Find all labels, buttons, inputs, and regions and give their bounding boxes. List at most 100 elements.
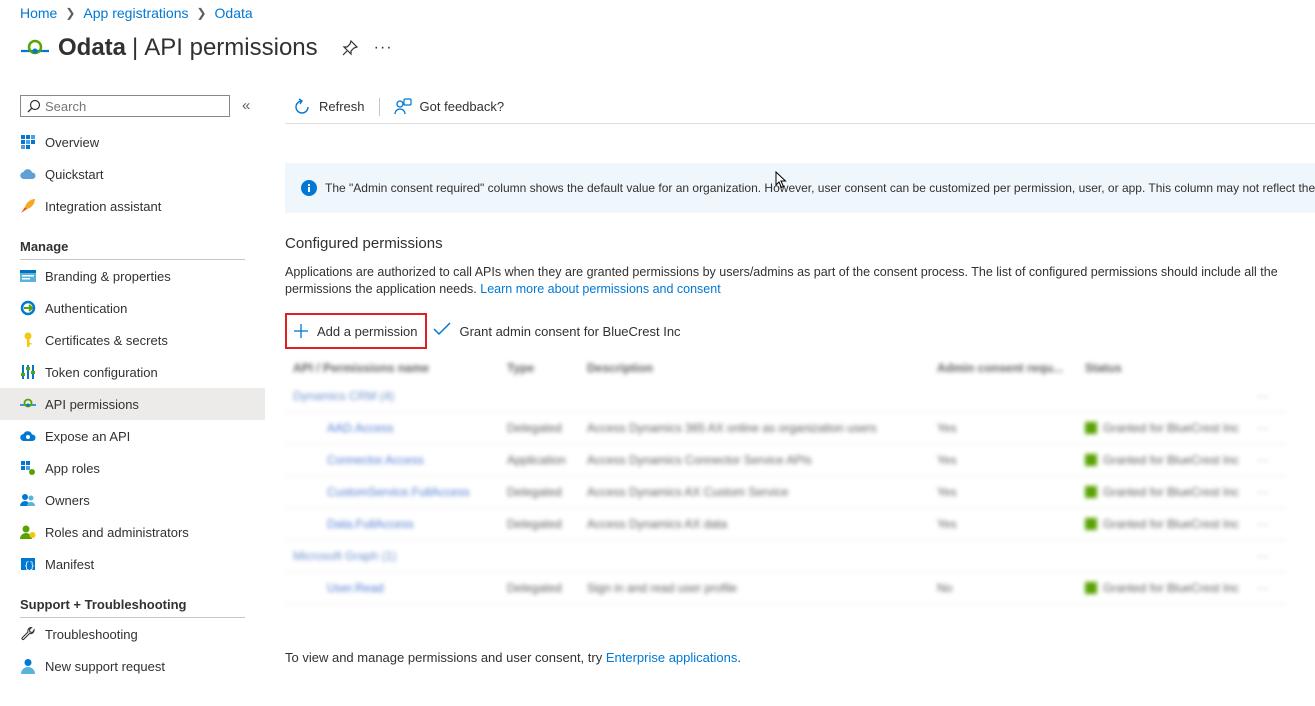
sidebar-item-certificates[interactable]: Certificates & secrets (0, 324, 265, 356)
enterprise-applications-link[interactable]: Enterprise applications (606, 650, 738, 665)
search-input[interactable] (45, 98, 225, 114)
more-options-icon[interactable]: ··· (1257, 389, 1281, 403)
permission-name-link[interactable]: Connector.Access (327, 453, 537, 467)
footer-suffix: . (737, 650, 741, 665)
status-cell: Granted for BlueCrest Inc (1085, 517, 1245, 531)
configured-permissions-description: Applications are authorized to call APIs… (285, 264, 1285, 298)
table-row: User.Read Delegated Sign in and read use… (285, 572, 1287, 604)
more-options-icon[interactable]: ··· (1257, 485, 1281, 499)
grant-admin-consent-button[interactable]: Grant admin consent for BlueCrest Inc (433, 322, 681, 340)
sidebar-item-label: Roles and administrators (45, 524, 189, 540)
status-text: Granted for BlueCrest Inc (1103, 580, 1240, 595)
api-permissions-icon (20, 396, 36, 412)
token-icon (20, 364, 36, 380)
sidebar-item-roles-administrators[interactable]: Roles and administrators (0, 516, 265, 548)
sidebar-item-integration-assistant[interactable]: Integration assistant (0, 190, 265, 222)
permission-type: Delegated (507, 516, 562, 531)
sidebar-item-new-support-request[interactable]: New support request (0, 650, 265, 682)
permission-type: Delegated (507, 484, 562, 499)
info-banner-text: The "Admin consent required" column show… (325, 181, 1315, 195)
admin-consent-value: No (937, 580, 953, 595)
collapse-sidebar-icon[interactable]: « (242, 97, 250, 114)
status-text: Granted for BlueCrest Inc (1103, 484, 1240, 499)
permission-description: Access Dynamics AX Custom Service (587, 484, 789, 499)
owners-icon (20, 492, 36, 508)
feedback-icon (393, 97, 412, 116)
sidebar-item-token-configuration[interactable]: Token configuration (0, 356, 265, 388)
sidebar-search[interactable] (20, 95, 230, 117)
sidebar-item-label: App roles (45, 460, 100, 476)
column-header-status[interactable]: Status (1085, 361, 1245, 375)
refresh-button[interactable]: Refresh (285, 92, 373, 122)
status-text: Granted for BlueCrest Inc (1103, 452, 1240, 467)
footer-text: To view and manage permissions and user … (285, 650, 603, 665)
cloud-icon (20, 166, 36, 182)
branding-icon (20, 268, 36, 284)
more-options-icon[interactable]: ··· (1257, 421, 1281, 435)
group-name[interactable]: Microsoft Graph (1) (293, 549, 503, 563)
sidebar-item-manifest[interactable]: {} Manifest (0, 548, 265, 580)
learn-more-link[interactable]: Learn more about permissions and consent (480, 282, 720, 296)
more-options-icon[interactable]: ··· (1257, 549, 1281, 563)
table-group-row[interactable]: Microsoft Graph (1) ··· (285, 540, 1287, 572)
table-group-row[interactable]: Dynamics CRM (4) ··· (285, 380, 1287, 412)
pin-icon[interactable] (342, 39, 358, 56)
feedback-label: Got feedback? (419, 99, 505, 114)
sidebar-item-owners[interactable]: Owners (0, 484, 265, 516)
mouse-cursor-icon (775, 170, 787, 189)
add-permission-button[interactable]: Add a permission (285, 313, 428, 349)
permission-name-link[interactable]: Data.FullAccess (327, 517, 537, 531)
breadcrumb-app-registrations[interactable]: App registrations (83, 5, 188, 21)
sidebar-item-overview[interactable]: Overview (0, 126, 265, 158)
more-options-icon[interactable]: ··· (1257, 453, 1281, 467)
permission-description: Sign in and read user profile (587, 580, 738, 595)
sidebar-section-manage: Manage (20, 239, 69, 254)
sidebar-item-label: Quickstart (45, 166, 104, 182)
sidebar-item-app-roles[interactable]: App roles (0, 452, 265, 484)
sidebar-item-label: API permissions (45, 396, 139, 412)
sidebar-item-expose-api[interactable]: Expose an API (0, 420, 265, 452)
permission-name-link[interactable]: CustomService.FullAccess (327, 485, 537, 499)
support-person-icon (20, 658, 36, 674)
sidebar-item-label: Authentication (45, 300, 128, 316)
breadcrumb-odata[interactable]: Odata (215, 5, 253, 21)
sidebar-item-branding[interactable]: Branding & properties (0, 260, 265, 292)
breadcrumb: Home ❯ App registrations ❯ Odata (20, 5, 253, 21)
manifest-icon: {} (20, 556, 36, 572)
sidebar-item-label: New support request (45, 658, 165, 674)
sidebar-item-authentication[interactable]: Authentication (0, 292, 265, 324)
status-cell: Granted for BlueCrest Inc (1085, 485, 1245, 499)
group-name[interactable]: Dynamics CRM (4) (293, 389, 503, 403)
sidebar-item-label: Certificates & secrets (45, 332, 168, 348)
more-options-icon[interactable]: ··· (1257, 581, 1281, 595)
feedback-button[interactable]: Got feedback? (386, 92, 513, 122)
more-options-icon[interactable]: ··· (374, 39, 393, 57)
permission-description: Access Dynamics Connector Service APIs (587, 452, 812, 467)
permission-name-link[interactable]: User.Read (327, 581, 537, 595)
admin-consent-value: Yes (937, 484, 957, 499)
sidebar-item-quickstart[interactable]: Quickstart (0, 158, 265, 190)
column-header-description[interactable]: Description (587, 361, 927, 375)
granted-icon (1085, 421, 1097, 434)
sidebar-item-troubleshooting[interactable]: Troubleshooting (0, 618, 265, 650)
configured-permissions-title: Configured permissions (285, 235, 443, 252)
permission-name-link[interactable]: AAD.Access (327, 421, 537, 435)
info-banner: The "Admin consent required" column show… (285, 163, 1315, 213)
more-options-icon[interactable]: ··· (1257, 517, 1281, 531)
granted-icon (1085, 517, 1097, 530)
column-header-admin-consent[interactable]: Admin consent requ... (937, 361, 1077, 375)
command-bar: Refresh Got feedback? (285, 90, 1315, 124)
table-row: Connector.Access Application Access Dyna… (285, 444, 1287, 476)
permission-type: Delegated (507, 420, 562, 435)
refresh-label: Refresh (319, 99, 365, 114)
breadcrumb-home[interactable]: Home (20, 5, 57, 21)
title-divider: | (132, 34, 139, 61)
sidebar-item-label: Expose an API (45, 428, 131, 444)
status-cell: Granted for BlueCrest Inc (1085, 421, 1245, 435)
sidebar-item-api-permissions[interactable]: API permissions (0, 388, 265, 420)
sidebar-item-label: Troubleshooting (45, 626, 138, 642)
column-header-type[interactable]: Type (507, 361, 582, 375)
granted-icon (1085, 453, 1097, 466)
admin-consent-value: Yes (937, 420, 957, 435)
column-header-name[interactable]: API / Permissions name (293, 361, 503, 375)
